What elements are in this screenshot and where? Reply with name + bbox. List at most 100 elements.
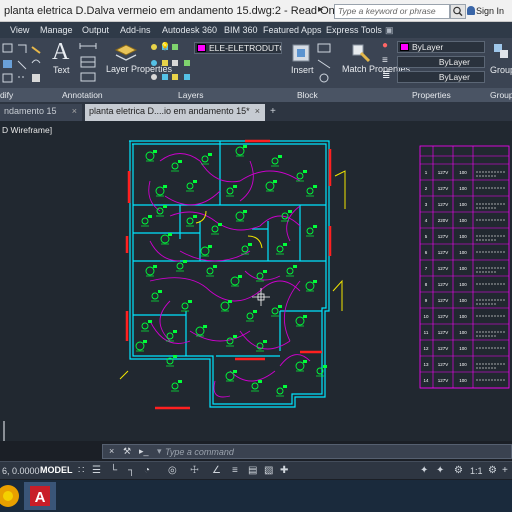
- sign-in-link[interactable]: Sign In: [476, 6, 504, 16]
- tab-autodesk-360[interactable]: Autodesk 360: [162, 25, 217, 35]
- legend-voltage: 127V: [438, 346, 449, 351]
- layer-color-swatch-icon: [197, 44, 206, 52]
- layer-dropdown[interactable]: ELE-ELETRODUTO-E: [194, 42, 282, 54]
- fixture-symbol: [156, 205, 167, 217]
- dynamic-input-icon[interactable]: ✚: [280, 465, 288, 476]
- fixture-symbol: [271, 155, 282, 167]
- fixture-symbol: [230, 275, 242, 287]
- legend-power: 100: [459, 378, 467, 383]
- search-icon[interactable]: [450, 4, 466, 19]
- isodraft-icon[interactable]: ◎: [168, 465, 177, 476]
- layer-properties-icon[interactable]: [112, 42, 140, 64]
- tab-bim-360[interactable]: BIM 360: [224, 25, 258, 35]
- tab-output[interactable]: Output: [82, 25, 109, 35]
- color-wheel-icon[interactable]: ●: [382, 40, 388, 51]
- selection-cycling-icon[interactable]: ▧: [264, 465, 273, 476]
- tab-express-tools[interactable]: Express Tools: [326, 25, 382, 35]
- insert-block-icon[interactable]: [289, 41, 313, 65]
- color-dropdown[interactable]: ByLayer: [397, 41, 485, 53]
- annotation-scale-icon[interactable]: ✦: [420, 465, 428, 476]
- legend-power: 100: [459, 282, 467, 287]
- object-snap-icon[interactable]: ☩: [190, 465, 199, 476]
- lineweight-icon[interactable]: ≣: [382, 70, 390, 81]
- otrack-icon[interactable]: ∠: [212, 465, 221, 476]
- legend-voltage: 127V: [438, 282, 449, 287]
- annotation-visibility-icon[interactable]: ✦: [436, 465, 444, 476]
- floor-plan-drawing[interactable]: 1 127V 100 2 127V 100 3 127V 100 4 220V 100 5 127V 100…: [0, 121, 512, 441]
- snap-icon[interactable]: ☰: [92, 465, 101, 476]
- ortho-icon[interactable]: ┐: [128, 465, 135, 476]
- infer-icon[interactable]: └: [110, 465, 117, 476]
- tab-document-2[interactable]: planta eletrica D....io em andamento 15*…: [85, 104, 265, 121]
- panel-layers[interactable]: Layers: [178, 90, 204, 100]
- fixture-symbol: [135, 340, 147, 352]
- lineweight-toggle-icon[interactable]: ≡: [232, 465, 238, 476]
- svg-text:A: A: [35, 489, 46, 506]
- block-tools-icon[interactable]: [314, 41, 334, 85]
- text-icon[interactable]: A: [52, 39, 69, 66]
- layer-tools-icon[interactable]: [148, 41, 196, 85]
- legend-description: [476, 363, 505, 369]
- panel-annotation[interactable]: Annotation: [62, 90, 103, 100]
- workspace-icon[interactable]: ⚙: [454, 465, 463, 476]
- panel-properties[interactable]: Properties: [412, 90, 451, 100]
- model-space-button[interactable]: MODEL: [40, 465, 73, 475]
- layer-state-icon[interactable]: 💡: [160, 42, 170, 51]
- command-history-icon[interactable]: ▸_: [139, 446, 149, 457]
- panel-group[interactable]: Group: [490, 90, 512, 100]
- tab-view[interactable]: View: [10, 25, 29, 35]
- wrench-icon[interactable]: ⚒: [123, 446, 131, 457]
- legend-power: 100: [459, 330, 467, 335]
- panel-block[interactable]: Block: [297, 90, 318, 100]
- linetype-icon[interactable]: ≡: [382, 55, 388, 66]
- fixture-symbol: [220, 300, 232, 312]
- group-icon[interactable]: [492, 41, 512, 63]
- text-tool-label[interactable]: Text: [53, 65, 70, 75]
- command-input[interactable]: Type a command: [165, 446, 505, 458]
- fixture-symbol: [235, 210, 247, 222]
- expand-icon[interactable]: ▸: [318, 4, 332, 18]
- search-input[interactable]: Type a keyword or phrase: [334, 4, 450, 19]
- close-icon[interactable]: ×: [72, 104, 77, 119]
- fixture-symbol: [295, 315, 307, 327]
- ribbon-tab-bar: View Manage Output Add-ins Autodesk 360 …: [0, 22, 512, 38]
- new-tab-icon[interactable]: +: [270, 106, 276, 117]
- annotation-tools-icon[interactable]: [78, 41, 100, 85]
- legend-voltage: 127V: [438, 170, 449, 175]
- polar-icon[interactable]: ◔: [144, 465, 150, 476]
- chevron-down-icon[interactable]: ▾: [157, 446, 162, 457]
- annotation-scale[interactable]: 1:1: [470, 466, 483, 476]
- user-icon[interactable]: [467, 6, 475, 15]
- circuit-run: [239, 170, 301, 182]
- plus-icon[interactable]: +: [502, 465, 508, 476]
- transparency-icon[interactable]: ▤: [248, 465, 257, 476]
- color-swatch-icon: [400, 43, 409, 51]
- fixture-symbol: [171, 160, 182, 172]
- settings-icon[interactable]: ⚙: [488, 465, 497, 476]
- close-icon[interactable]: ×: [109, 446, 114, 456]
- group-label[interactable]: Group: [490, 65, 512, 75]
- autocad-icon[interactable]: A: [22, 482, 58, 510]
- wall-outline-inner: [132, 143, 327, 405]
- tab-add-ins[interactable]: Add-ins: [120, 25, 151, 35]
- lineweight-dropdown[interactable]: ByLayer: [397, 71, 485, 83]
- circuit-run: [159, 153, 201, 162]
- panel-modify[interactable]: dify: [0, 90, 13, 100]
- annotations: [119, 170, 346, 380]
- legend-circuit-number: 4: [425, 218, 428, 223]
- legend-power: 100: [459, 218, 467, 223]
- legend-circuit-number: 10: [423, 314, 429, 319]
- close-icon[interactable]: ×: [255, 104, 260, 119]
- insert-label[interactable]: Insert: [291, 65, 314, 75]
- linetype-dropdown[interactable]: ByLayer: [397, 56, 485, 68]
- grid-icon[interactable]: ∷: [78, 465, 84, 476]
- modify-tools-icon[interactable]: [2, 41, 42, 85]
- electrical-fixtures: [135, 145, 327, 397]
- ribbon-minimize-icon[interactable]: ▣: [385, 25, 394, 36]
- tab-document-1[interactable]: ndamento 15 ×: [0, 104, 82, 121]
- drawing-canvas[interactable]: D Wireframe] 1 127V 100 2 127V 100 3 127…: [0, 121, 512, 441]
- ribbon-panel-labels: dify Annotation Layers Block Properties …: [0, 88, 512, 102]
- match-properties-icon[interactable]: [347, 41, 373, 65]
- tab-manage[interactable]: Manage: [40, 25, 73, 35]
- tab-featured-apps[interactable]: Featured Apps: [263, 25, 322, 35]
